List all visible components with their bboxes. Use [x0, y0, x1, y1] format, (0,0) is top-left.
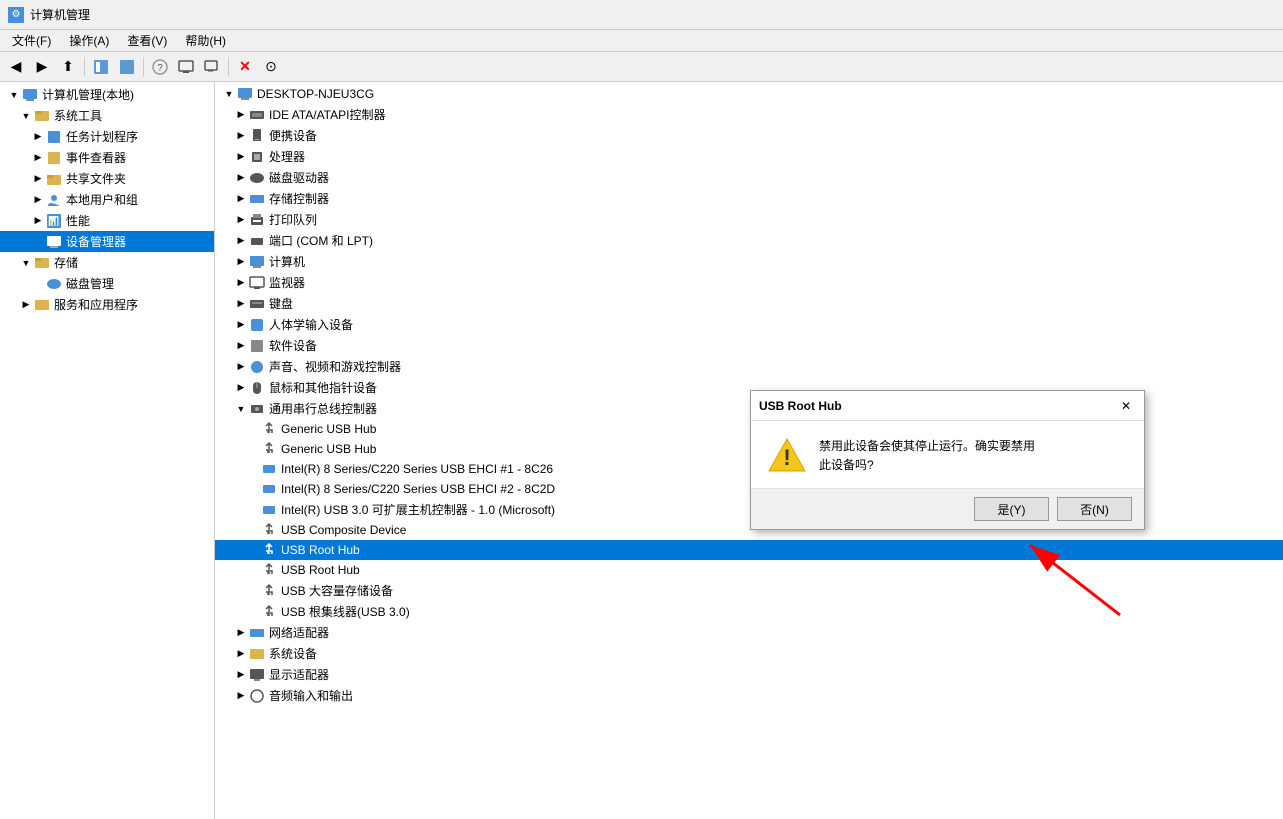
- dialog-overlay: USB Root Hub ✕ ! 禁用此设备会使其停止运行。确实要禁用 此设备吗…: [0, 0, 1283, 819]
- dialog-message-line2: 此设备吗?: [819, 458, 874, 472]
- svg-text:!: !: [783, 445, 790, 470]
- dialog-no-btn[interactable]: 否(N): [1057, 497, 1132, 521]
- dialog-titlebar: USB Root Hub ✕: [751, 391, 1144, 421]
- usb-root-hub-dialog: USB Root Hub ✕ ! 禁用此设备会使其停止运行。确实要禁用 此设备吗…: [750, 390, 1145, 530]
- dialog-title: USB Root Hub: [759, 399, 842, 413]
- dialog-body: ! 禁用此设备会使其停止运行。确实要禁用 此设备吗?: [751, 421, 1144, 488]
- dialog-yes-btn[interactable]: 是(Y): [974, 497, 1049, 521]
- warning-icon: !: [767, 437, 807, 476]
- dialog-close-btn[interactable]: ✕: [1116, 396, 1136, 416]
- dialog-message: 禁用此设备会使其停止运行。确实要禁用 此设备吗?: [819, 437, 1128, 475]
- dialog-footer: 是(Y) 否(N): [751, 488, 1144, 529]
- red-arrow-annotation: [990, 515, 1130, 635]
- dialog-message-line1: 禁用此设备会使其停止运行。确实要禁用: [819, 439, 1035, 453]
